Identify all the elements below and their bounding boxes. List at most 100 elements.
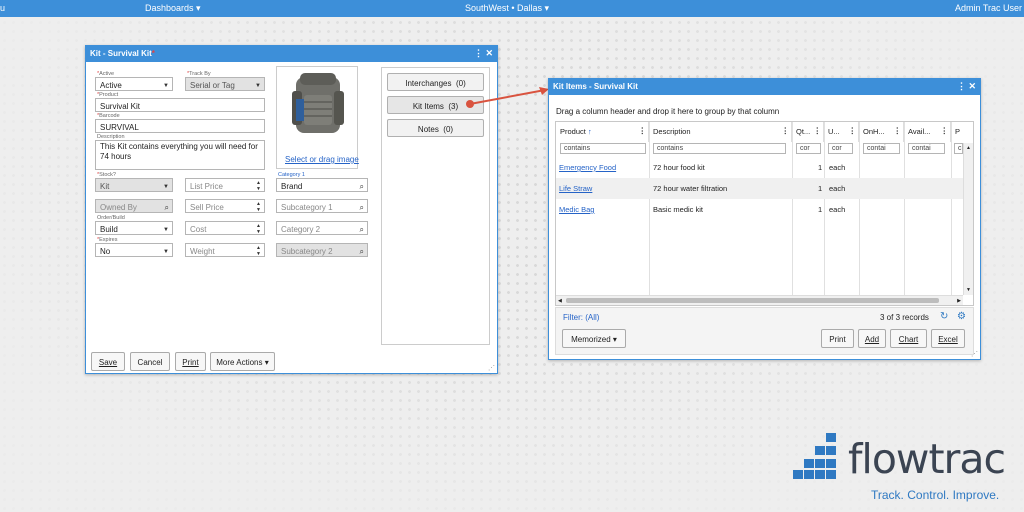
button-label: Print [182,358,199,367]
column-header-available[interactable]: Avail... ⋮ [904,122,951,142]
more-actions-button[interactable]: More Actions ▾ [210,352,275,371]
filter-price[interactable]: c [954,143,963,154]
scroll-up-icon[interactable]: ▲ [966,145,971,151]
subcategory2-field[interactable]: Subcategory 2 ⌕ [276,243,368,257]
backpack-image [292,73,344,133]
kit-window-titlebar[interactable]: Kit - Survival Kit* ⋮ ✕ [86,46,497,62]
barcode-field[interactable]: *Barcode SURVIVAL [95,113,265,133]
category2-field[interactable]: Category 2 ⌕ [276,221,368,235]
qty-cell: 1 [818,184,823,193]
owned-by-field[interactable]: Owned By ⌕ [95,199,173,213]
scroll-left-icon[interactable]: ◀ [558,298,562,304]
dashboards-menu[interactable]: Dashboards ▾ [145,3,201,14]
column-menu-icon[interactable]: ⋮ [894,126,902,135]
stock-select[interactable]: *Stock? Kit ▼ [95,172,173,192]
horizontal-scrollbar[interactable]: ◀ ▶ [556,295,963,305]
button-label: Excel [938,335,958,344]
menu-link[interactable]: u [0,3,5,13]
order-build-select[interactable]: Order/Build Build ▼ [95,215,173,235]
product-link[interactable]: Life Straw [559,184,592,193]
kit-window: Kit - Survival Kit* ⋮ ✕ *Active Active ▼ … [85,45,498,374]
sell-price-field[interactable]: Sell Price ▲ ▼ [185,199,265,213]
table-row[interactable]: Emergency Food 72 hour food kit 1 each [556,157,963,178]
group-by-hint: Drag a column header and drop it here to… [556,107,780,116]
add-button[interactable]: Add [858,329,886,348]
filter-product[interactable]: contains [560,143,646,154]
filter-description[interactable]: contains [653,143,786,154]
column-header-qty[interactable]: Qt... ⋮ [792,122,824,142]
close-icon[interactable]: ✕ [485,48,493,58]
flowtrac-logo-mark [793,433,836,479]
location-selector[interactable]: SouthWest • Dallas ▾ [465,3,549,14]
column-header-product[interactable]: Product ↑ ⋮ [556,122,649,142]
scroll-down-icon[interactable]: ▼ [966,287,971,293]
table-row[interactable]: Medic Bag Basic medic kit 1 each [556,199,963,220]
stepper-icon[interactable]: ▲ ▼ [256,180,261,191]
column-menu-icon[interactable]: ⋮ [814,126,822,135]
scrollbar-thumb[interactable] [566,298,939,303]
refresh-icon[interactable]: ↻ [940,311,948,322]
product-image[interactable]: Select or drag image [276,66,359,169]
filter-qty[interactable]: cor [796,143,821,154]
memorized-button[interactable]: Memorized ▾ [562,329,626,348]
flowtrac-logo: flowtrac Track. Control. Improve. [793,433,1023,508]
product-field[interactable]: *Product Survival Kit [95,92,265,112]
filter-onhand[interactable]: contai [863,143,900,154]
chart-button[interactable]: Chart [890,329,927,348]
column-header-onhand[interactable]: OnH... ⋮ [859,122,904,142]
scroll-right-icon[interactable]: ▶ [957,298,961,304]
active-select[interactable]: *Active Active ▼ [95,71,173,91]
weight-field[interactable]: Weight ▲ ▼ [185,243,265,257]
sort-asc-icon: ↑ [587,127,592,136]
chevron-down-icon: ▼ [163,249,169,255]
filter-status-link[interactable]: Filter: (All) [563,313,599,322]
select-image-link[interactable]: Select or drag image [285,155,359,164]
column-menu-icon[interactable]: ⋮ [849,126,857,135]
kebab-menu-icon[interactable]: ⋮ [957,81,966,91]
description-field[interactable]: Description This Kit contains everything… [95,134,265,170]
table-row[interactable]: Life Straw 72 hour water filtration 1 ea… [556,178,963,199]
search-icon[interactable]: ⌕ [165,203,169,212]
column-header-price[interactable]: P [951,122,963,142]
resize-grip-icon[interactable]: ⋰ [971,350,978,358]
button-label: Memorized ▾ [571,335,617,344]
column-menu-icon[interactable]: ⋮ [941,126,949,135]
save-button[interactable]: Save [91,352,125,371]
cancel-button[interactable]: Cancel [130,352,170,371]
print-button[interactable]: Print [821,329,854,348]
stepper-icon[interactable]: ▲ ▼ [256,245,261,256]
print-button[interactable]: Print [175,352,206,371]
brand-name: flowtrac [848,435,1006,483]
resize-grip-icon[interactable]: ⋰ [488,364,495,372]
tab-notes[interactable]: Notes (0) [387,119,484,137]
filter-available[interactable]: contai [908,143,945,154]
stepper-icon[interactable]: ▲ ▼ [256,223,261,234]
product-link[interactable]: Emergency Food [559,163,616,172]
product-link[interactable]: Medic Bag [559,205,594,214]
barcode-value: SURVIVAL [100,123,139,132]
search-icon[interactable]: ⌕ [360,225,364,234]
filter-unit[interactable]: cor [828,143,853,154]
excel-button[interactable]: Excel [931,329,965,348]
track-by-select[interactable]: *Track By Serial or Tag ▼ [185,71,265,91]
settings-gear-icon[interactable]: ⚙ [957,311,966,322]
column-menu-icon[interactable]: ⋮ [639,126,647,135]
category1-field[interactable]: Category 1 Brand ⌕ [276,172,368,192]
kit-items-titlebar[interactable]: Kit Items - Survival Kit ⋮ ✕ [549,79,980,95]
search-icon[interactable]: ⌕ [360,182,364,191]
stepper-icon[interactable]: ▲ ▼ [256,201,261,212]
vertical-scrollbar[interactable]: ▲ ▼ [963,143,973,295]
list-price-field[interactable]: List Price ▲ ▼ [185,178,265,192]
expires-select[interactable]: *Expires No ▼ [95,237,173,257]
column-menu-icon[interactable]: ⋮ [782,126,790,135]
user-menu[interactable]: Admin Trac User [955,3,1022,13]
search-icon[interactable]: ⌕ [360,203,364,212]
subcategory1-field[interactable]: Subcategory 1 ⌕ [276,199,368,213]
close-icon[interactable]: ✕ [968,81,976,91]
kebab-menu-icon[interactable]: ⋮ [474,48,483,58]
column-header-unit[interactable]: U... ⋮ [824,122,859,142]
cost-field[interactable]: Cost ▲ ▼ [185,221,265,235]
column-header-description[interactable]: Description ⋮ [649,122,792,142]
description-cell: 72 hour water filtration [653,184,728,193]
search-icon[interactable]: ⌕ [360,247,364,256]
